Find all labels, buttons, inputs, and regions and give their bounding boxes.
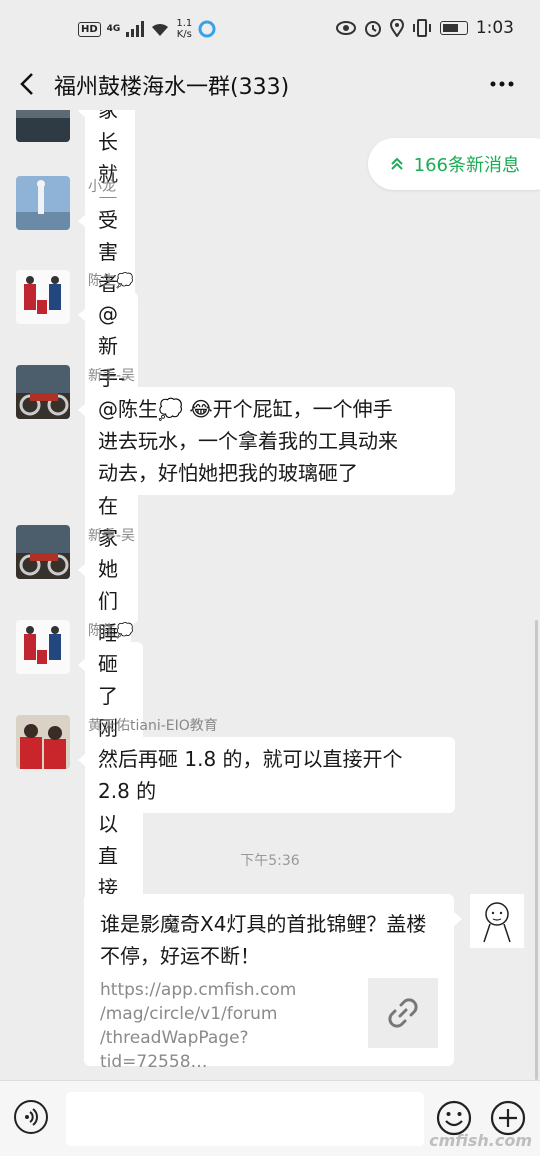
message-text-line: 动去，好怕她把我的玻璃砸了: [98, 461, 358, 485]
message-text-line: 然后再砸 1.8 的，就可以直接开个: [98, 747, 403, 771]
message-text-line: 进去玩水，一个拿着我的工具动来: [98, 429, 398, 453]
avatar[interactable]: [16, 365, 70, 419]
sender-name: 新手-吴: [88, 528, 136, 544]
vibrate-icon: [412, 19, 431, 37]
scrollbar[interactable]: [535, 620, 538, 1080]
network-label: 4G: [106, 24, 121, 34]
message-bubble[interactable]: 然后再砸 1.8 的，就可以直接开个 2.8 的: [78, 737, 455, 813]
location-icon: [389, 19, 404, 37]
chat-messages[interactable]: 家长就不说了 166条新消息 小龙 受害者之一 陈生💭 @新手-吴 让你在家开缸…: [0, 110, 540, 1080]
avatar[interactable]: [16, 525, 70, 579]
status-right: 1:03: [335, 18, 514, 38]
chat-header: 福州鼓楼海水一群(333): [0, 60, 540, 110]
new-messages-label: 166条新消息: [413, 155, 520, 176]
link-card-title: 谁是影魔奇X4灯具的首批锦鲤？盖楼不停，好运不断！: [100, 912, 427, 968]
avatar[interactable]: [16, 176, 70, 230]
signal-icon: [126, 21, 145, 37]
double-chevron-up-icon: [390, 157, 403, 170]
voice-icon[interactable]: [14, 1100, 48, 1134]
clock: 1:03: [475, 18, 514, 38]
message-text-line: 2.8 的: [98, 779, 157, 803]
avatar[interactable]: [16, 110, 70, 142]
battery-icon: [439, 21, 468, 35]
chevron-left-icon[interactable]: [14, 70, 42, 98]
net-speed-unit: K/s: [176, 29, 192, 40]
status-bar: HD 4G 1.1 K/s 1:03: [0, 0, 540, 60]
avatar[interactable]: [16, 620, 70, 674]
wifi-icon: [152, 23, 169, 36]
sender-name: 陈生💭: [88, 273, 134, 289]
my-avatar[interactable]: [470, 894, 524, 948]
app-notification-icon: [198, 20, 216, 38]
link-card[interactable]: 谁是影魔奇X4灯具的首批锦鲤？盖楼不停，好运不断！ https://app.cm…: [84, 894, 462, 1072]
avatar[interactable]: [16, 715, 70, 769]
message-timestamp: 下午5:36: [240, 853, 300, 869]
chat-title: 福州鼓楼海水一群(333): [54, 75, 290, 100]
new-messages-button[interactable]: 166条新消息: [367, 138, 540, 190]
link-card-url: https://app.cmfish.com /mag/circle/v1/fo…: [100, 980, 297, 1072]
alarm-icon: [364, 21, 381, 37]
link-card-thumbnail: [368, 978, 438, 1048]
sender-name: 黄天佑tiani-EIO教育: [88, 718, 218, 734]
input-bar: cmfish.com: [0, 1080, 540, 1156]
sender-name: 陈生💭: [88, 623, 134, 639]
sender-name: 新手-吴: [88, 368, 136, 384]
net-speed: 1.1 K/s: [176, 18, 192, 40]
net-speed-value: 1.1: [176, 18, 193, 29]
status-left: HD 4G 1.1 K/s: [78, 18, 216, 40]
sender-name: 小龙: [88, 179, 116, 195]
message-bubble[interactable]: @陈生💭 😂开个屁缸，一个伸手 进去玩水，一个拿着我的工具动来 动去，好怕她把我…: [78, 387, 455, 495]
avatar[interactable]: [16, 270, 70, 324]
message-text-line: @陈生💭 😂开个屁缸，一个伸手: [98, 397, 393, 421]
watermark: cmfish.com: [429, 1131, 532, 1150]
message-input[interactable]: [66, 1092, 424, 1146]
eye-icon: [335, 21, 356, 35]
link-icon: [388, 998, 418, 1028]
hd-badge: HD: [78, 21, 101, 37]
more-dots-icon[interactable]: [488, 70, 516, 98]
